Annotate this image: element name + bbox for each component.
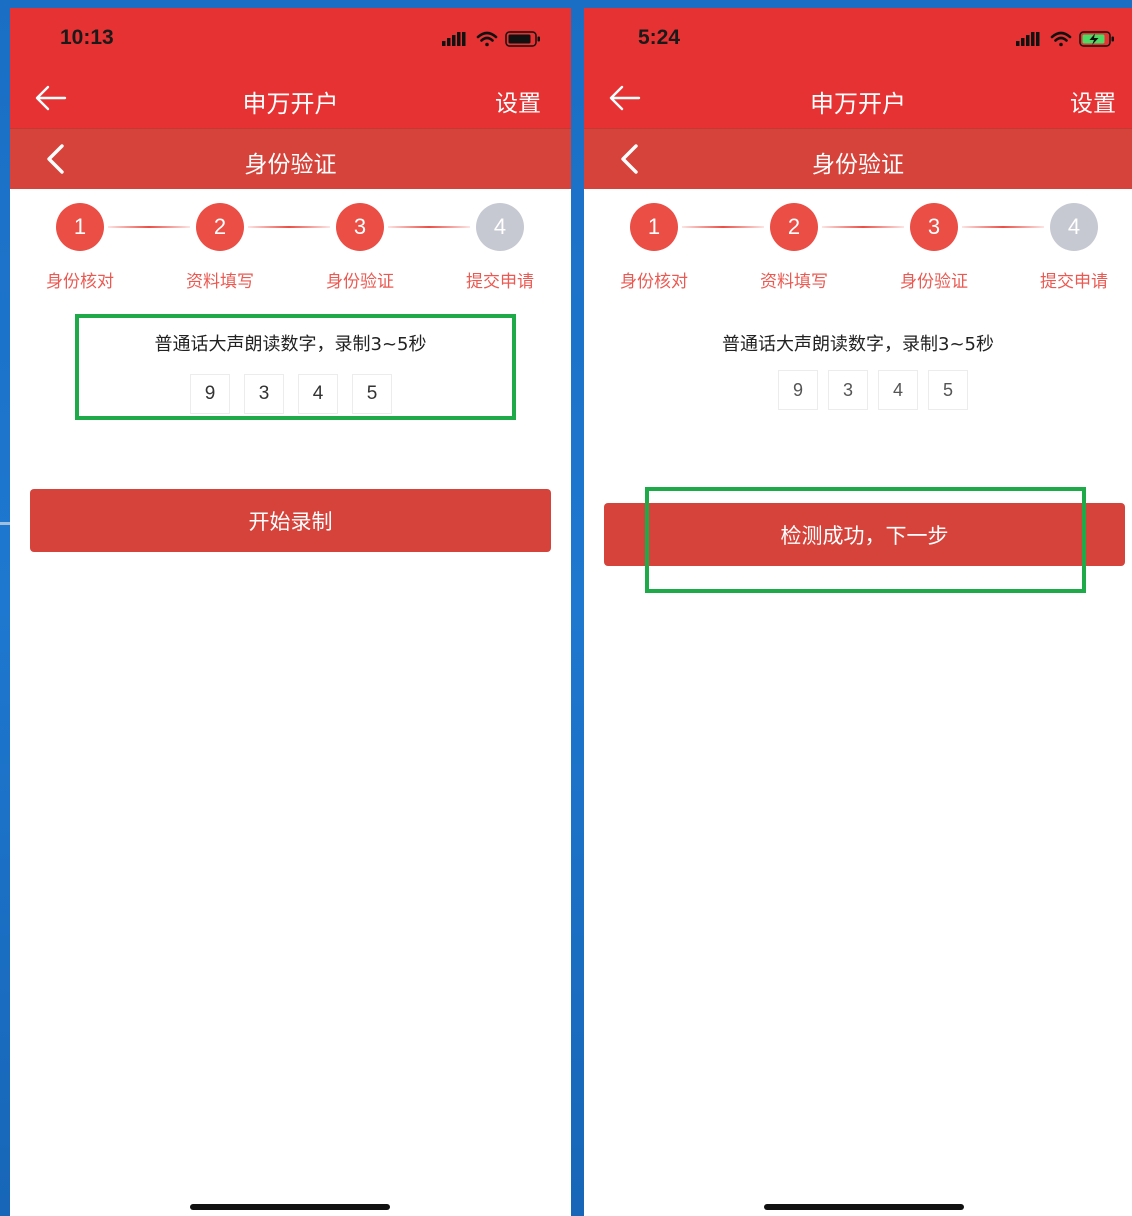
cellular-signal-icon	[442, 32, 466, 46]
step-number: 1	[630, 203, 678, 251]
digit-box: 3	[244, 374, 284, 414]
page-title: 身份验证	[244, 152, 337, 178]
step-4: 4 提交申请	[450, 203, 550, 292]
step-label: 身份验证	[900, 272, 968, 292]
phone-screen-right: 5:24 申万开户 设置 身份验证 1 身份核对 2 资料填写 3 身份验证 4…	[584, 8, 1132, 1216]
step-label: 身份核对	[46, 272, 114, 292]
step-2: 2 资料填写	[170, 203, 270, 292]
app-title: 申万开户	[242, 90, 339, 118]
page-header: 身份验证	[584, 128, 1132, 189]
app-nav-bar: 申万开户 设置	[584, 68, 1132, 128]
page-title: 身份验证	[812, 152, 904, 178]
step-number: 2	[770, 203, 818, 251]
battery-charging-icon	[1079, 31, 1114, 47]
step-3: 3 身份验证	[884, 203, 984, 292]
step-number: 4	[476, 203, 524, 251]
wifi-icon	[1050, 31, 1072, 47]
app-title: 申万开户	[810, 90, 906, 118]
step-1: 1 身份核对	[604, 203, 704, 292]
digit-code: 9 3 4 5	[778, 370, 968, 410]
cellular-signal-icon	[1016, 32, 1040, 46]
step-2: 2 资料填写	[744, 203, 844, 292]
step-label: 提交申请	[466, 272, 534, 292]
step-number: 2	[196, 203, 244, 251]
digit-box: 5	[928, 370, 968, 410]
instruction-text: 普通话大声朗读数字，录制3~5秒	[722, 334, 994, 355]
step-label: 提交申请	[1040, 272, 1108, 292]
settings-button[interactable]: 设置	[1070, 84, 1116, 118]
status-icons	[442, 31, 540, 47]
start-recording-button[interactable]: 开始录制	[30, 489, 551, 552]
home-indicator	[764, 1204, 964, 1210]
digit-box: 9	[190, 374, 230, 414]
step-number: 4	[1050, 203, 1098, 251]
digit-box: 4	[298, 374, 338, 414]
digit-box: 4	[878, 370, 918, 410]
step-label: 资料填写	[760, 272, 828, 292]
digit-box: 9	[778, 370, 818, 410]
digit-code: 9 3 4 5	[190, 374, 392, 414]
status-bar: 5:24	[584, 8, 1132, 68]
step-3: 3 身份验证	[310, 203, 410, 292]
step-number: 1	[56, 203, 104, 251]
status-icons	[1016, 31, 1114, 47]
digit-box: 3	[828, 370, 868, 410]
step-label: 资料填写	[186, 272, 254, 292]
step-label: 身份核对	[620, 272, 688, 292]
step-number: 3	[336, 203, 384, 251]
digit-box: 5	[352, 374, 392, 414]
home-indicator	[190, 1204, 390, 1210]
step-1: 1 身份核对	[30, 203, 130, 292]
step-4: 4 提交申请	[1024, 203, 1124, 292]
background-mark	[0, 522, 10, 525]
page-header: 身份验证	[10, 128, 571, 189]
step-label: 身份验证	[326, 272, 394, 292]
step-number: 3	[910, 203, 958, 251]
wifi-icon	[476, 31, 498, 47]
status-bar: 10:13	[10, 8, 571, 68]
instruction-text: 普通话大声朗读数字，录制3~5秒	[154, 334, 427, 355]
battery-icon	[505, 31, 540, 47]
next-step-button[interactable]: 检测成功，下一步	[604, 503, 1125, 566]
phone-screen-left: 10:13 申万开户 设置 身份验证 1 身份核对 2 资料填写 3 身份验证 …	[10, 8, 571, 1216]
status-time: 10:13	[60, 26, 114, 49]
status-time: 5:24	[638, 26, 681, 49]
settings-button[interactable]: 设置	[495, 84, 541, 118]
app-nav-bar: 申万开户 设置	[10, 68, 571, 128]
